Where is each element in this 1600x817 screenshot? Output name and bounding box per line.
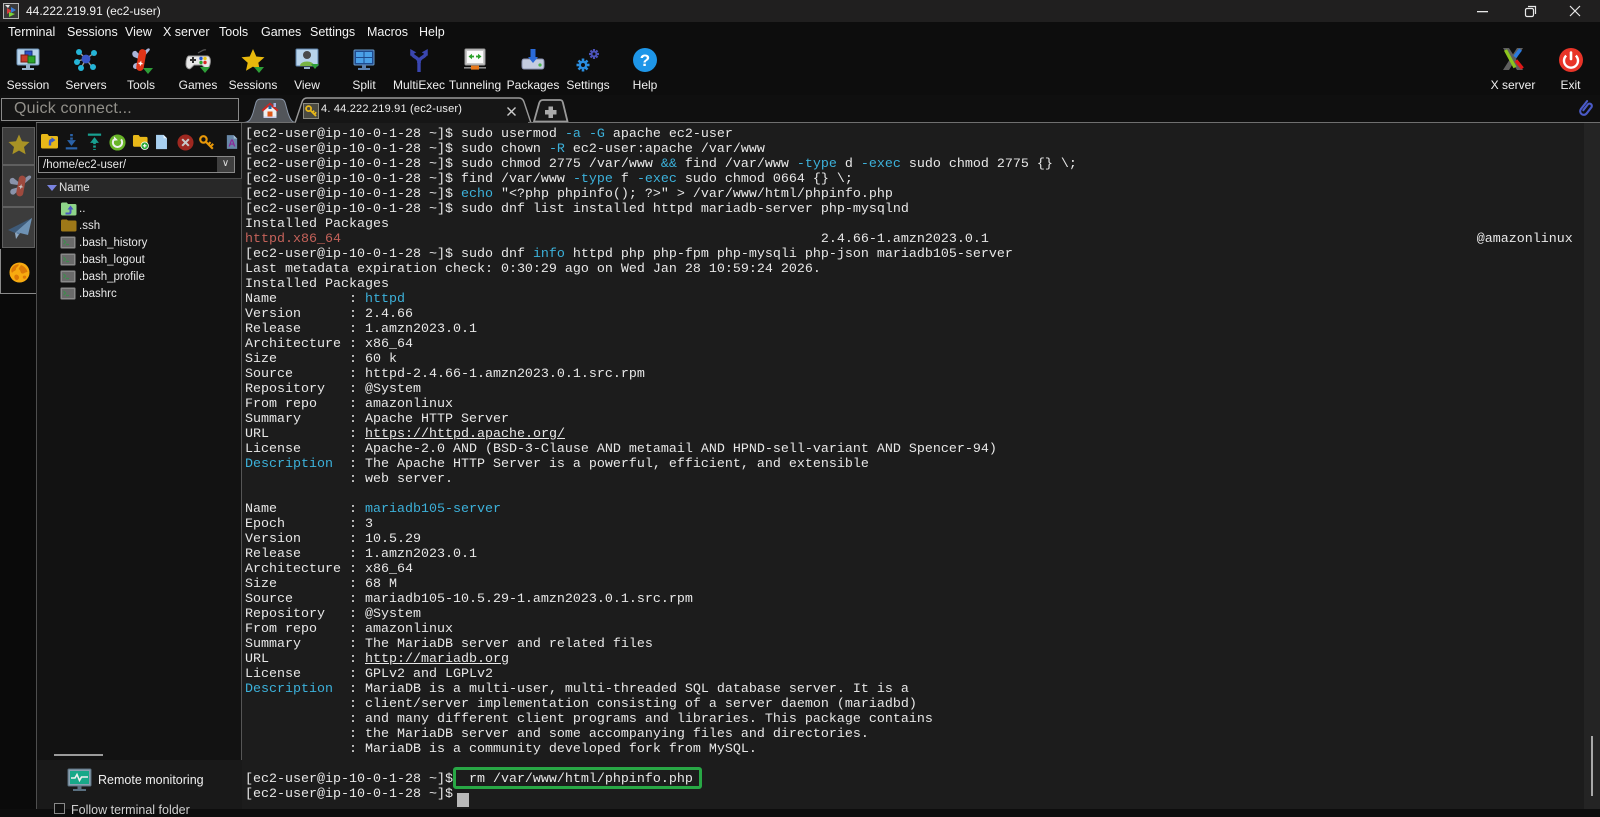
svg-text:?: ? — [640, 51, 650, 70]
svg-text:A: A — [228, 138, 236, 149]
